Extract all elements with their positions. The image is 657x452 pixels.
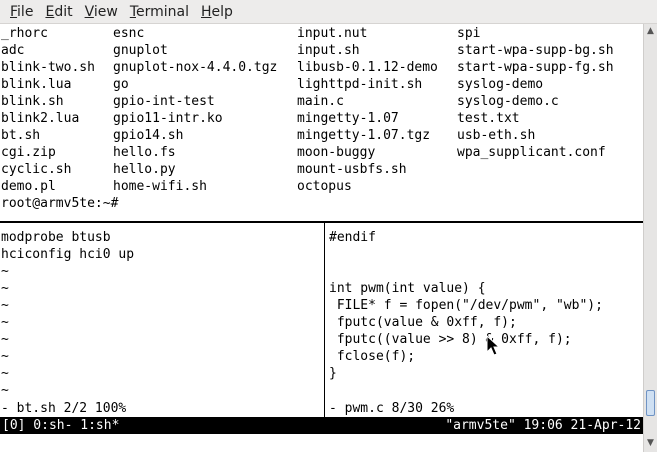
file-entry: input.nut bbox=[297, 26, 368, 41]
file-entry: lighttpd-init.sh bbox=[297, 77, 423, 92]
pane-line bbox=[329, 382, 603, 399]
file-entry: libusb-0.1.12-demo bbox=[297, 60, 438, 75]
pane-line: ~ bbox=[1, 366, 9, 381]
file-entry: moon-buggy bbox=[297, 145, 376, 160]
pane-line bbox=[329, 246, 603, 263]
menu-edit[interactable]: Edit bbox=[39, 0, 78, 24]
left-pane-status: - bt.sh 2/2 100% bbox=[1, 401, 127, 416]
right-pane[interactable]: #endif int pwm(int value) { FILE* f = fop… bbox=[329, 229, 603, 399]
file-entry: cgi.zip bbox=[1, 145, 56, 160]
ls-column: input.nut input.sh libusb-0.1.12-demo light… bbox=[297, 25, 438, 195]
file-entry: usb-eth.sh bbox=[457, 128, 536, 143]
pane-line: ~ bbox=[1, 264, 9, 279]
file-entry: wpa_supplicant.conf bbox=[457, 145, 606, 160]
pane-line: ~ bbox=[1, 315, 9, 330]
file-entry: mingetty-1.07.tgz bbox=[297, 128, 431, 143]
menu-bar: File Edit View Terminal Help bbox=[0, 0, 657, 24]
file-entry: mount-usbfs.sh bbox=[297, 162, 407, 177]
file-entry: blink.lua bbox=[1, 77, 72, 92]
file-entry: hello.py bbox=[113, 162, 176, 177]
pane-line: hciconfig hci0 up bbox=[1, 247, 135, 262]
scroll-down-icon[interactable]: ▼ bbox=[644, 436, 657, 450]
mouse-pointer-icon bbox=[486, 335, 500, 356]
ls-column: _rhorcadc blink-two.sh blink.lua blink.sh bl… bbox=[1, 25, 95, 195]
pane-line: ~ bbox=[1, 349, 9, 364]
pane-line: ~ bbox=[1, 298, 9, 313]
pane-line: modprobe btusb bbox=[1, 230, 111, 245]
file-entry: cyclic.sh bbox=[1, 162, 72, 177]
terminal-area[interactable]: _rhorcadc blink-two.sh blink.lua blink.sh bl… bbox=[0, 24, 643, 452]
file-entry: gnuplot bbox=[113, 43, 168, 58]
tmux-host-clock: "armv5te" 19:06 21-Apr-12 bbox=[445, 418, 641, 433]
tmux-status-bar: [0] 0:sh- 1:sh* "armv5te" 19:06 21-Apr-1… bbox=[0, 417, 643, 434]
pane-line: int pwm(int value) { bbox=[329, 281, 486, 296]
file-entry: gpio-int-test bbox=[113, 94, 215, 109]
file-entry: blink-two.sh bbox=[1, 60, 95, 75]
file-entry: spi bbox=[457, 26, 481, 41]
file-entry: go bbox=[113, 77, 129, 92]
file-entry: home-wifi.sh bbox=[113, 179, 207, 194]
pane-line: fclose(f); bbox=[329, 349, 416, 364]
file-entry: gpio11-intr.ko bbox=[113, 111, 223, 126]
file-entry: adc bbox=[1, 43, 25, 58]
pane-line: } bbox=[329, 366, 337, 381]
file-entry: test.txt bbox=[457, 111, 520, 126]
file-entry: demo.pl bbox=[1, 179, 56, 194]
file-entry: _rhorc bbox=[1, 26, 48, 41]
file-entry: syslog-demo.c bbox=[457, 94, 559, 109]
scroll-thumb[interactable] bbox=[646, 390, 655, 416]
file-entry: blink2.lua bbox=[1, 111, 80, 126]
vertical-scrollbar[interactable]: ▲ ▼ bbox=[643, 24, 657, 452]
right-pane-status: - pwm.c 8/30 26% bbox=[329, 401, 455, 416]
pane-horizontal-divider bbox=[0, 221, 643, 223]
file-entry: blink.sh bbox=[1, 94, 64, 109]
menu-file[interactable]: File bbox=[4, 0, 39, 24]
file-entry: main.c bbox=[297, 94, 344, 109]
file-entry: gnuplot-nox-4.4.0.tgz bbox=[113, 60, 278, 75]
ls-column: spi start-wpa-supp-bg.sh start-wpa-supp-fg… bbox=[457, 25, 614, 161]
file-entry: bt.sh bbox=[1, 128, 41, 143]
shell-prompt: root@armv5te:~# bbox=[1, 196, 119, 211]
file-entry: esnc bbox=[113, 26, 145, 41]
pane-line: ~ bbox=[1, 332, 9, 347]
pane-line: FILE* f = fopen("/dev/pwm", "wb"); bbox=[329, 298, 603, 313]
tmux-window-list[interactable]: [0] 0:sh- 1:sh* bbox=[2, 417, 119, 434]
file-entry: start-wpa-supp-bg.sh bbox=[457, 43, 614, 58]
pane-line: fputc((value >> 8) & 0xff, f); bbox=[329, 332, 572, 347]
pane-line bbox=[329, 263, 603, 280]
file-entry: mingetty-1.07 bbox=[297, 111, 399, 126]
file-entry: input.sh bbox=[297, 43, 360, 58]
scroll-up-icon[interactable]: ▲ bbox=[644, 24, 657, 38]
file-entry: octopus bbox=[297, 179, 352, 194]
pane-line: fputc(value & 0xff, f); bbox=[329, 315, 517, 330]
pane-line: ~ bbox=[1, 281, 9, 296]
file-entry: hello.fs bbox=[113, 145, 176, 160]
menu-help[interactable]: Help bbox=[195, 0, 239, 24]
menu-view[interactable]: View bbox=[79, 0, 124, 24]
ls-column: esnc gnuplot gnuplot-nox-4.4.0.tgz go gpio-i… bbox=[113, 25, 277, 195]
pane-line: #endif bbox=[329, 230, 376, 245]
file-entry: syslog-demo bbox=[457, 77, 544, 92]
menu-terminal[interactable]: Terminal bbox=[124, 0, 195, 24]
file-entry: gpio14.sh bbox=[113, 128, 184, 143]
file-entry: start-wpa-supp-fg.sh bbox=[457, 60, 614, 75]
left-pane[interactable]: modprobe btusb hciconfig hci0 up ~ ~ ~ ~ ~ ~ ~ ~ bbox=[1, 229, 134, 399]
pane-line: ~ bbox=[1, 383, 9, 398]
pane-vertical-divider[interactable] bbox=[324, 223, 325, 417]
